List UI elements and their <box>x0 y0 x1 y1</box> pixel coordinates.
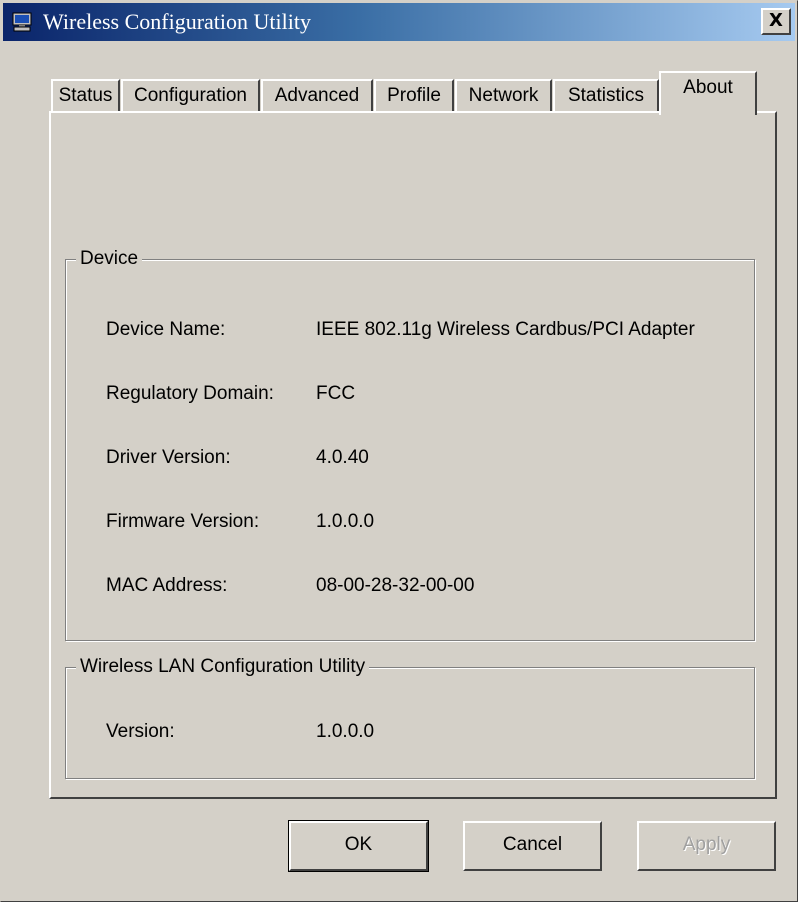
mac-address-value: 08-00-28-32-00-00 <box>316 575 475 596</box>
utility-group-title: Wireless LAN Configuration Utility <box>76 655 370 679</box>
mac-address-label: MAC Address: <box>106 575 228 596</box>
tab-profile[interactable]: Profile <box>374 79 454 113</box>
regulatory-domain-label: Regulatory Domain: <box>106 383 274 404</box>
utility-version-label: Version: <box>106 721 175 742</box>
utility-version-value: 1.0.0.0 <box>316 721 375 742</box>
tab-network[interactable]: Network <box>455 79 552 113</box>
device-group-title: Device <box>76 247 143 271</box>
utility-group: Wireless LAN Configuration Utility Versi… <box>65 655 755 779</box>
computer-monitor-icon <box>12 12 32 32</box>
tab-configuration[interactable]: Configuration <box>121 79 260 113</box>
device-name-label: Device Name: <box>106 319 226 340</box>
device-group: Device Device Name: IEEE 802.11g Wireles… <box>65 247 755 641</box>
firmware-version-label: Firmware Version: <box>106 511 260 532</box>
dialog-window: Wireless Configuration Utility X Status … <box>0 0 798 902</box>
apply-button[interactable]: Apply <box>637 821 776 871</box>
cancel-button[interactable]: Cancel <box>463 821 602 871</box>
tab-advanced[interactable]: Advanced <box>261 79 373 113</box>
firmware-version-value: 1.0.0.0 <box>316 511 375 532</box>
tab-statistics[interactable]: Statistics <box>553 79 659 113</box>
close-icon: X <box>769 10 783 31</box>
device-name-value: IEEE 802.11g Wireless Cardbus/PCI Adapte… <box>316 319 695 340</box>
driver-version-label: Driver Version: <box>106 447 231 468</box>
title-bar[interactable]: Wireless Configuration Utility X <box>3 3 795 41</box>
regulatory-domain-value: FCC <box>316 383 356 404</box>
about-panel: Device Device Name: IEEE 802.11g Wireles… <box>49 111 777 799</box>
driver-version-value: 4.0.40 <box>316 447 369 468</box>
ok-button[interactable]: OK <box>288 820 429 872</box>
close-button[interactable]: X <box>761 8 791 35</box>
tab-status[interactable]: Status <box>51 79 120 113</box>
tab-about[interactable]: About <box>659 71 757 115</box>
window-title: Wireless Configuration Utility <box>43 9 311 34</box>
